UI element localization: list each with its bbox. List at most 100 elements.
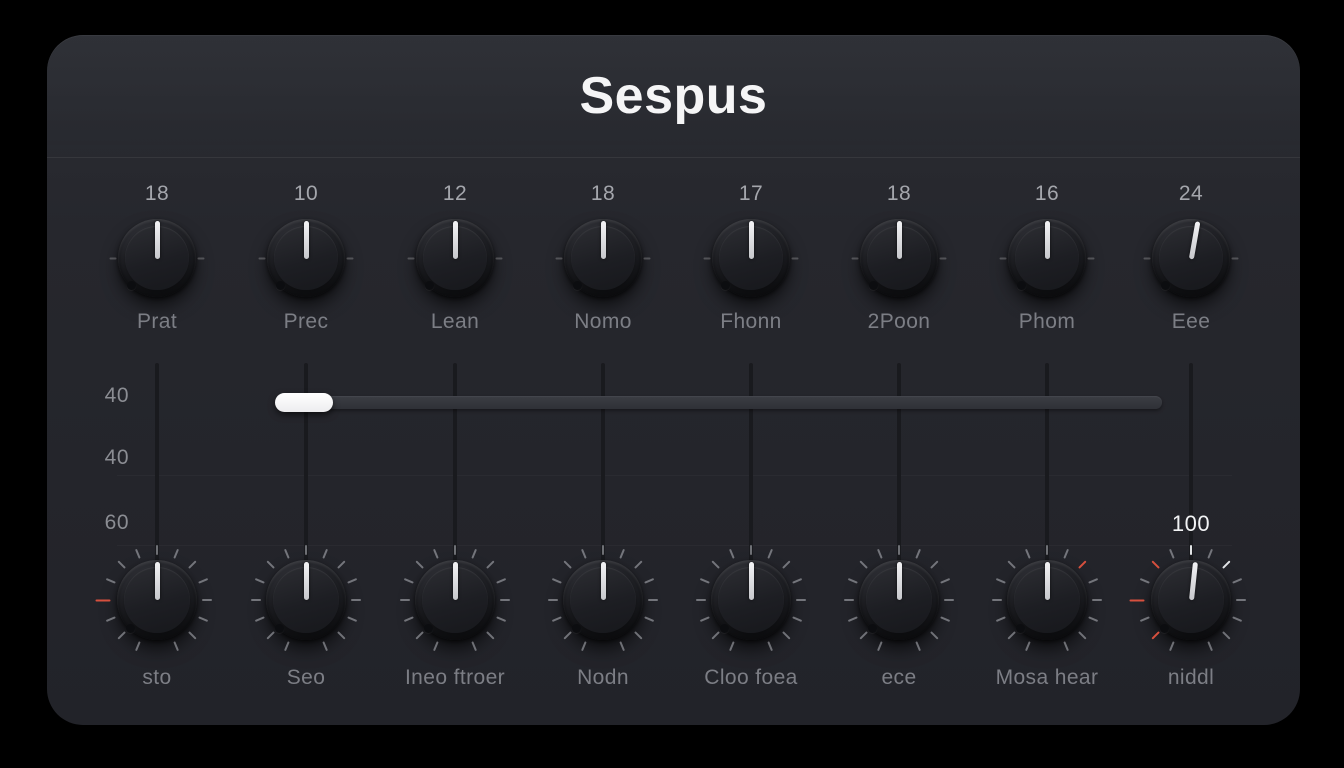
scale-tick [198, 578, 208, 584]
scale-tick [729, 549, 735, 559]
bottom-knob[interactable] [1007, 560, 1087, 640]
scale-tick [619, 641, 625, 651]
knob-pointer [601, 562, 606, 600]
scale-tick [198, 616, 208, 622]
scale-tick [711, 560, 719, 568]
scale-tick [940, 578, 950, 584]
bottom-knob-column: 100 niddl [1121, 35, 1261, 725]
scale-tick [1236, 599, 1246, 601]
scale-tick [782, 560, 790, 568]
scale-tick [944, 599, 954, 601]
knob-pointer-wrap [415, 560, 495, 640]
scale-tick [792, 578, 802, 584]
bottom-knob[interactable] [563, 560, 643, 640]
scale-tick [644, 578, 654, 584]
knob-pointer [1045, 562, 1050, 600]
scale-tick [1025, 549, 1031, 559]
scale-tick [337, 560, 345, 568]
scale-tick [552, 616, 562, 622]
red-tick [1151, 560, 1159, 568]
scale-tick [792, 616, 802, 622]
scale-tick [915, 641, 921, 651]
scale-tick [322, 641, 328, 651]
knob-readout [385, 511, 525, 537]
scale-tick [700, 616, 710, 622]
scale-tick [173, 549, 179, 559]
scale-tick [996, 616, 1006, 622]
scale-tick [930, 631, 938, 639]
red-tick [1151, 631, 1159, 639]
knob-readout [681, 511, 821, 537]
scale-tick [404, 578, 414, 584]
scale-tick [859, 631, 867, 639]
bottom-knob-column: Ineo ftroer [385, 35, 525, 725]
scale-tick [415, 631, 423, 639]
scale-tick [471, 549, 477, 559]
scale-tick [284, 641, 290, 651]
red-tick [1130, 599, 1145, 601]
bottom-knob-column: Seo [236, 35, 376, 725]
bottom-knob-column: ece [829, 35, 969, 725]
scale-tick [156, 545, 158, 555]
scale-tick [266, 560, 274, 568]
knob-label: niddl [1101, 665, 1281, 691]
knob-pointer-wrap [563, 560, 643, 640]
scale-tick [940, 616, 950, 622]
knob-pointer [1189, 562, 1198, 600]
red-tick [1078, 560, 1086, 568]
scale-tick [1140, 616, 1150, 622]
scale-tick [750, 545, 752, 555]
knob-pointer-wrap [711, 560, 791, 640]
scale-tick [696, 599, 706, 601]
scale-tick [415, 560, 423, 568]
bottom-knob[interactable] [711, 560, 791, 640]
scale-tick [322, 549, 328, 559]
scale-tick [117, 560, 125, 568]
scale-tick [305, 545, 307, 555]
scale-tick [848, 578, 858, 584]
plugin-panel: Sespus 404060 18 Prat 10 Prec 12 [47, 35, 1300, 725]
bottom-knob-column: Nodn [533, 35, 673, 725]
scale-tick [552, 578, 562, 584]
knob-readout [977, 511, 1117, 537]
scale-tick [404, 616, 414, 622]
scale-tick [337, 631, 345, 639]
bottom-knob[interactable] [415, 560, 495, 640]
knob-readout [236, 511, 376, 537]
scale-tick [202, 599, 212, 601]
scale-tick [930, 560, 938, 568]
bottom-knob[interactable] [1151, 560, 1231, 640]
knob-pointer-wrap [1007, 560, 1087, 640]
scale-tick [255, 616, 265, 622]
bottom-knob[interactable] [117, 560, 197, 640]
scale-tick [1169, 549, 1175, 559]
scale-tick [859, 560, 867, 568]
scale-tick [400, 599, 410, 601]
scale-tick [711, 631, 719, 639]
scale-tick [1092, 599, 1102, 601]
knob-pointer [304, 562, 309, 600]
scale-tick [188, 560, 196, 568]
scale-tick [1088, 616, 1098, 622]
scale-tick [1232, 616, 1242, 622]
scale-tick [500, 599, 510, 601]
knob-pointer [155, 562, 160, 600]
scale-tick [602, 545, 604, 555]
scale-tick [1207, 641, 1213, 651]
scale-tick [634, 631, 642, 639]
scale-tick [796, 599, 806, 601]
red-tick [96, 599, 111, 601]
scale-tick [433, 641, 439, 651]
scale-tick [117, 631, 125, 639]
scale-tick [347, 616, 357, 622]
scale-tick [1232, 578, 1242, 584]
scale-tick [915, 549, 921, 559]
scale-tick [1063, 641, 1069, 651]
scale-tick [284, 549, 290, 559]
scale-tick [1025, 641, 1031, 651]
bottom-knob[interactable] [266, 560, 346, 640]
scale-tick [634, 560, 642, 568]
scale-tick [255, 578, 265, 584]
bottom-knob[interactable] [859, 560, 939, 640]
scale-tick [548, 599, 558, 601]
